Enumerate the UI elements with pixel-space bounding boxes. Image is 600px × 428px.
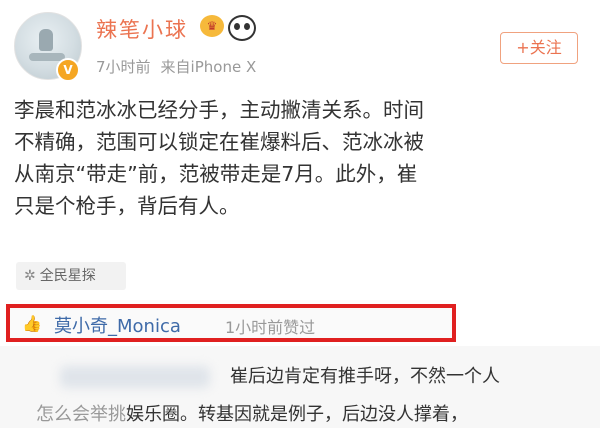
content-line: 从南京“带走”前，范被带走是7月。此外，崔 <box>14 162 418 186</box>
panda-icon <box>228 15 256 41</box>
post-meta: 7小时前 来自iPhone X <box>96 56 256 77</box>
post-time: 7小时前 <box>96 58 151 76</box>
user-badges: ♛ <box>200 15 256 41</box>
comment-text: 娱乐圈。转基因就是例子，后边没人撑着， <box>126 404 468 425</box>
post-source: 来自iPhone X <box>160 58 257 76</box>
avatar-figure <box>39 29 53 51</box>
liked-by-highlight: 👍 莫小奇_Monica 1小时前赞过 <box>6 304 456 342</box>
verified-badge-icon: V <box>56 58 80 82</box>
username[interactable]: 辣笔小球 <box>96 14 188 44</box>
follow-button[interactable]: +关注 <box>500 32 578 64</box>
post-content: 李晨和范冰冰已经分手，主动撇清关系。时间 不精确，范围可以锁定在崔爆料后、范冰冰… <box>14 94 586 222</box>
thumbs-up-icon: 👍 <box>22 314 42 333</box>
content-line: 不精确，范围可以锁定在崔爆料后、范冰冰被 <box>14 130 424 154</box>
blurred-commenter-name <box>60 366 210 388</box>
comment-line: 崔后边肯定有推手呀，不然一个人 <box>230 366 500 387</box>
comment-line: 怎么会举挑娱乐圈。转基因就是例子，后边没人撑着， <box>36 400 468 426</box>
sparkle-icon: ✲ <box>24 268 36 284</box>
comment-preview[interactable]: 崔后边肯定有推手呀，不然一个人 怎么会举挑娱乐圈。转基因就是例子，后边没人撑着， <box>0 346 600 428</box>
liker-name[interactable]: 莫小奇_Monica <box>54 312 181 338</box>
content-line: 只是个枪手，背后有人。 <box>14 194 240 218</box>
topic-tag-label: 全民星探 <box>39 268 96 284</box>
comment-faded-text: 怎么会举挑 <box>36 404 126 425</box>
like-time: 1小时前赞过 <box>225 318 316 337</box>
topic-tag[interactable]: ✲ 全民星探 <box>16 262 126 290</box>
vip-crown-icon: ♛ <box>200 15 224 37</box>
content-line: 李晨和范冰冰已经分手，主动撇清关系。时间 <box>14 98 424 122</box>
